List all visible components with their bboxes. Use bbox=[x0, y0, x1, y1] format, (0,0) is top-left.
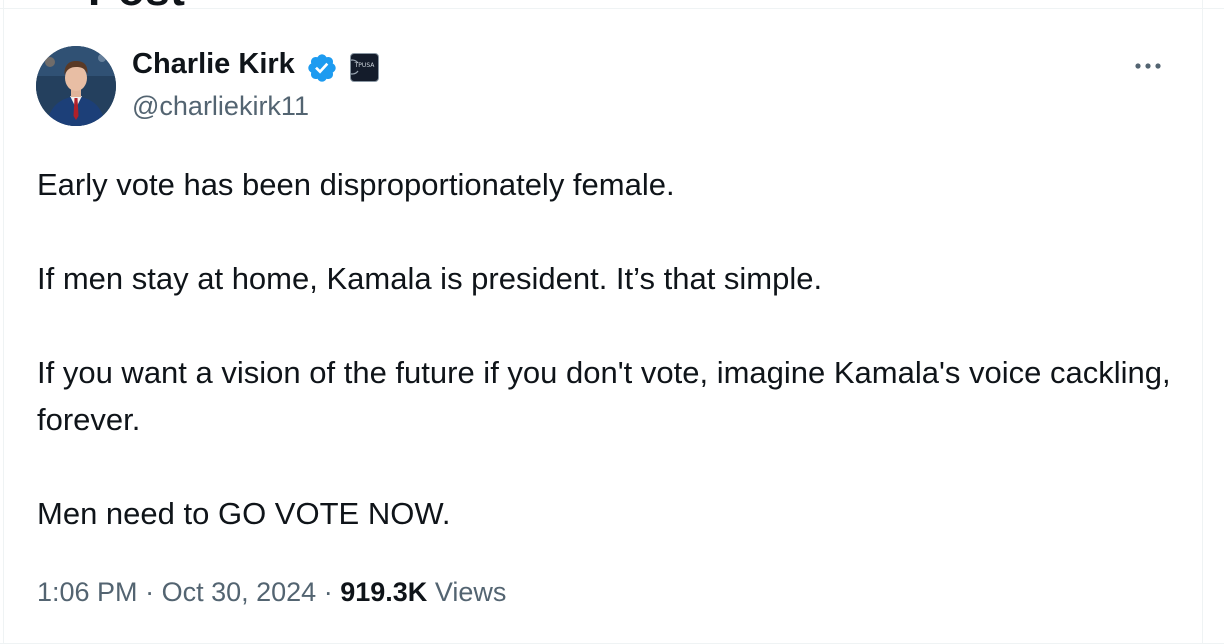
tweet-paragraph: If men stay at home, Kamala is president… bbox=[37, 261, 823, 296]
affiliate-badge-label: TPUSA bbox=[354, 62, 375, 69]
tweet-date[interactable]: Oct 30, 2024 bbox=[162, 577, 317, 607]
post-detail-view: Post Charlie Kirk TPUSA @charliekirk11 bbox=[0, 0, 1224, 644]
views-label[interactable]: Views bbox=[435, 577, 507, 607]
author-handle[interactable]: @charliekirk11 bbox=[132, 91, 309, 122]
tweet-paragraph: Men need to GO VOTE NOW. bbox=[37, 496, 451, 531]
author-display-name[interactable]: Charlie Kirk bbox=[132, 48, 295, 81]
verified-badge-icon[interactable] bbox=[306, 52, 338, 84]
tweet-paragraph: If you want a vision of the future if yo… bbox=[37, 355, 1171, 437]
more-options-button[interactable] bbox=[1128, 52, 1168, 80]
header-divider bbox=[0, 8, 1224, 9]
affiliate-badge-icon[interactable]: TPUSA bbox=[344, 53, 379, 82]
left-border bbox=[3, 0, 4, 644]
tweet-time[interactable]: 1:06 PM bbox=[37, 577, 138, 607]
tweet-text: Early vote has been disproportionately f… bbox=[37, 161, 1187, 537]
right-border bbox=[1202, 0, 1203, 644]
more-dots-icon bbox=[1135, 63, 1161, 69]
views-count[interactable]: 919.3K bbox=[340, 577, 427, 607]
avatar-photo bbox=[36, 46, 116, 126]
meta-separator: · bbox=[145, 577, 155, 607]
tweet-metadata: 1:06 PM · Oct 30, 2024 · 919.3K Views bbox=[37, 577, 506, 608]
avatar[interactable] bbox=[36, 46, 116, 126]
meta-separator: · bbox=[323, 577, 333, 607]
tweet-paragraph: Early vote has been disproportionately f… bbox=[37, 167, 675, 202]
